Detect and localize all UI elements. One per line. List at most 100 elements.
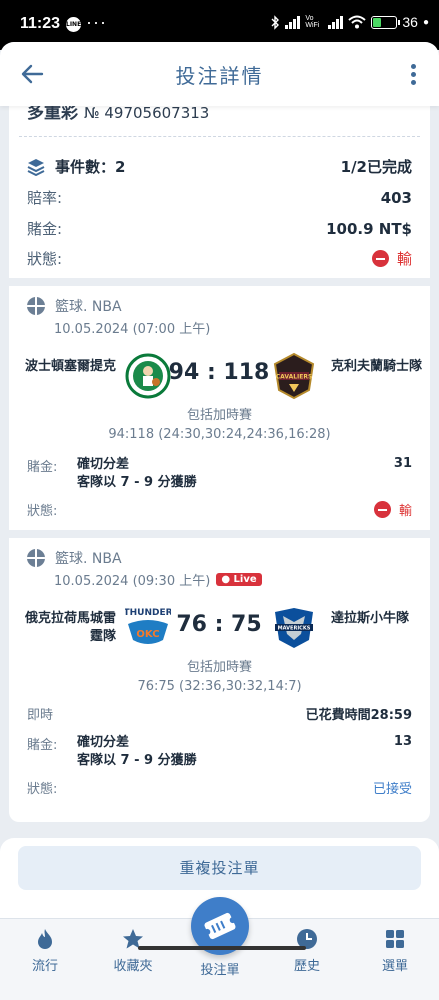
period-scores: 94:118 (24:30,30:24,24:36,16:28) (108, 427, 331, 442)
away-team: 達拉斯小牛隊 (331, 611, 410, 626)
minus-circle-icon (373, 501, 391, 518)
sport-label: 籃球. NBA (55, 551, 122, 567)
status-right: Vo WiFi 36 ● (270, 14, 429, 30)
basketball-icon (27, 297, 45, 315)
status-value: 輸 (396, 250, 412, 268)
page-title: 投注詳情 (175, 64, 264, 88)
ticket-number: № 49705607313 (84, 104, 210, 122)
nav-label-history: 歷史 (293, 959, 320, 974)
battery-percent-sign: ● (422, 16, 429, 28)
event-datetime: 10.05.2024 (07:00 上午) (54, 318, 210, 337)
odds-label: 賠率: (27, 189, 63, 207)
nav-label-favorites: 收藏夾 (113, 959, 153, 974)
events-row: 事件數：2 1/2已完成 (27, 156, 412, 177)
datetime-text: 10.05.2024 (07:00 上午) (54, 322, 211, 337)
ticket-type: 多重彩 (27, 103, 78, 123)
event-stake-row: 賭金: 確切分差客隊以 7 - 9 分獲勝 31 (27, 456, 412, 492)
app-sheet: 多重彩 № 49705607313 事件數：2 1/2已完成 賠率: 403 賭金… (0, 42, 439, 1000)
ot-note: 包括加時賽 (186, 408, 252, 423)
bluetooth-icon (271, 14, 280, 30)
wifi-icon (348, 15, 367, 29)
live-dot-icon: ● (221, 574, 234, 585)
section-separator (9, 278, 430, 286)
match-score: 94 : 118 (168, 360, 270, 385)
signal-icon (285, 15, 301, 29)
nav-label-betslip: 投注單 (200, 963, 240, 978)
event-market: 確切分差客隊以 7 - 9 分獲勝 (77, 456, 197, 492)
event-status-value: 輸 (398, 504, 412, 519)
event-status-lost: 輸 (373, 500, 412, 519)
mavericks-logo-icon: MAVERICKS (275, 608, 313, 648)
event-stake-row: 賭金: 確切分差客隊以 7 - 9 分獲勝 13 (27, 734, 412, 770)
repeat-bet-button[interactable]: 重複投注單 (18, 846, 421, 890)
sport-label: 籃球. NBA (55, 299, 122, 315)
period-scores: 76:75 (32:36,30:32,14:7) (137, 679, 302, 694)
vo-wifi-label: Vo WiFi (305, 15, 320, 29)
svg-text:MAVERICKS: MAVERICKS (278, 626, 311, 632)
layers-icon (27, 158, 45, 176)
event-status-label: 狀態: (27, 782, 58, 797)
home-indicator[interactable] (138, 946, 306, 950)
event-stake-label: 賭金: (27, 738, 58, 753)
live-badge-text: Live (233, 574, 257, 585)
events-count: 事件數：2 (55, 158, 126, 176)
stake-row: 賭金: 100.9 NT$ (27, 218, 412, 239)
score-details: 包括加時賽 94:118 (24:30,30:24,24:36,16:28) (9, 406, 430, 444)
home-team: 俄克拉荷馬城雷霆隊 (24, 611, 116, 644)
selection-name: 客隊以 7 - 9 分獲勝 (77, 475, 197, 490)
fire-icon (38, 929, 52, 949)
elapsed-time: 已花費時間28:59 (305, 708, 412, 723)
more-vertical-icon[interactable] (411, 64, 417, 88)
event-status-label: 狀態: (27, 504, 58, 519)
nav-item-favorites[interactable]: 收藏夾 (98, 927, 168, 974)
signal-2-icon (328, 15, 344, 29)
basketball-icon (27, 549, 45, 567)
market-name: 確切分差 (77, 457, 130, 472)
live-label: 即時 (27, 708, 54, 723)
battery-icon (371, 15, 401, 29)
market-name: 確切分差 (77, 735, 130, 750)
nav-item-history[interactable]: 歷史 (272, 927, 342, 974)
status-time: 11:23 (20, 15, 61, 32)
minus-circle-icon (371, 250, 389, 267)
selection-name: 客隊以 7 - 9 分獲勝 (77, 753, 197, 768)
match-score: 76 : 75 (176, 612, 262, 637)
away-team: 克利夫蘭騎士隊 (331, 359, 423, 374)
nav-label-hot: 流行 (31, 959, 58, 974)
live-badge: ● Live (216, 573, 262, 586)
event-status-accepted: 已接受 (372, 782, 412, 797)
event-odds: 13 (393, 734, 412, 749)
event-stake-label: 賭金: (27, 460, 58, 475)
stake-value: 100.9 NT$ (326, 219, 412, 238)
status-label: 狀態: (27, 250, 63, 268)
event-market: 確切分差客隊以 7 - 9 分獲勝 (77, 734, 197, 770)
status-lost: 輸 (371, 248, 412, 269)
event-odds: 31 (393, 456, 412, 471)
odds-value: 403 (380, 188, 412, 207)
ticket-divider (19, 136, 420, 137)
section-separator (9, 530, 430, 538)
event-sport: 籃球. NBA (27, 296, 122, 316)
line-app-icon: LINE (66, 17, 81, 32)
event-card-1[interactable]: 籃球. NBA 10.05.2024 (07:00 上午) 波士頓塞爾提克 94… (9, 286, 430, 519)
home-team: 波士頓塞爾提克 (24, 359, 116, 374)
bottom-nav: 流行 收藏夾 投注單 歷史 選單 (0, 897, 439, 1000)
datetime-text: 10.05.2024 (09:30 上午) (54, 574, 211, 589)
event-card-2[interactable]: 籃球. NBA 10.05.2024 (09:30 上午) ● Live 俄克拉荷… (9, 538, 430, 808)
odds-row: 賠率: 403 (27, 187, 412, 208)
event-sport: 籃球. NBA (27, 548, 122, 568)
battery-percent: 36 (402, 14, 418, 30)
cavaliers-logo-icon: CAVALIERS (273, 352, 315, 400)
event-datetime: 10.05.2024 (09:30 上午) ● Live (54, 570, 262, 589)
ot-note: 包括加時賽 (186, 660, 252, 675)
nav-label-menu: 選單 (381, 959, 408, 974)
bet-details-card: 多重彩 № 49705607313 事件數：2 1/2已完成 賠率: 403 賭金… (9, 82, 430, 822)
events-label: 事件數：2 (27, 156, 125, 177)
status-row: 狀態: 輸 (27, 248, 412, 269)
nav-item-hot[interactable]: 流行 (10, 927, 80, 974)
events-progress: 1/2已完成 (340, 158, 412, 176)
app-bar: 投注詳情 (0, 42, 439, 106)
svg-text:OKC: OKC (136, 629, 159, 640)
nav-item-menu[interactable]: 選單 (360, 927, 430, 974)
more-notifications-icon: ··· (86, 12, 107, 32)
